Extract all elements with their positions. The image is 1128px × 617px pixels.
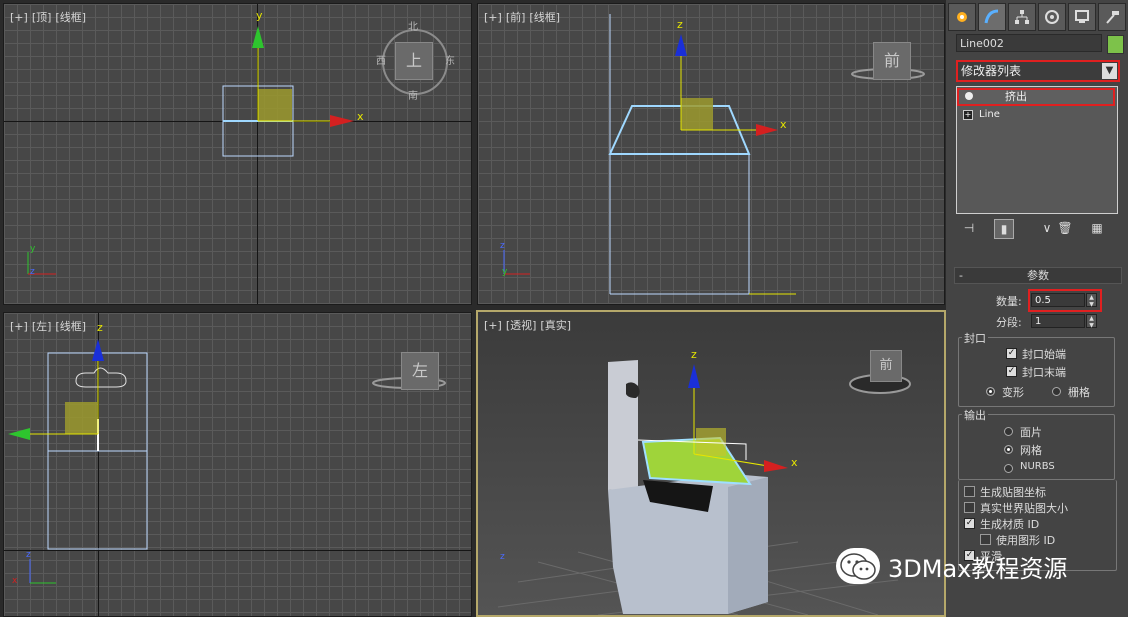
compass-east: 东 <box>445 56 455 67</box>
stack-item-line[interactable]: + Line <box>957 106 1115 122</box>
viewport-left[interactable]: [+] [左] [线框] z z x 左 <box>3 312 472 617</box>
nurbs-radio[interactable] <box>1004 464 1013 473</box>
morph-radio[interactable] <box>986 387 995 396</box>
cap-start-checkbox[interactable]: ✓ <box>1006 348 1017 359</box>
stack-item-label: Line <box>979 109 1000 120</box>
mini-axis-z: z <box>26 550 31 560</box>
modify-icon[interactable] <box>978 3 1006 31</box>
viewport-top[interactable]: [+] [顶] [线框] y x y z 上 北 南 东 西 <box>3 3 472 305</box>
amount-highlight <box>1028 289 1102 312</box>
nurbs-label: NURBS <box>1020 461 1055 472</box>
mini-axis-z: z <box>500 241 505 251</box>
segments-field[interactable]: 1 <box>1031 314 1085 328</box>
configure-sets-icon[interactable]: ▦ <box>1088 219 1106 237</box>
rollout-title: 参数 <box>1027 269 1049 282</box>
mesh-radio[interactable] <box>1004 445 1013 454</box>
viewport-front[interactable]: [+] [前] [线框] z x z y 前 <box>477 3 945 305</box>
command-panel-tabs <box>948 3 1126 31</box>
axis-label-x: x <box>357 110 364 123</box>
mesh-label: 网格 <box>1020 444 1042 457</box>
grid-label: 栅格 <box>1068 386 1090 399</box>
axis-label-z: z <box>691 348 697 361</box>
viewcube[interactable]: 上 <box>395 42 433 80</box>
morph-label: 变形 <box>1002 386 1024 399</box>
display-icon[interactable] <box>1068 3 1096 31</box>
parameters-rollout-header[interactable]: - 参数 <box>954 267 1122 284</box>
watermark: 3DMax教程资源 <box>836 548 1067 584</box>
viewcube[interactable]: 前 <box>870 350 902 382</box>
stack-item-label: 挤出 <box>1005 90 1027 103</box>
cap-end-checkbox[interactable]: ✓ <box>1006 366 1017 377</box>
mini-axis-z: z <box>500 552 505 562</box>
stack-toolbar: ⊣ ▮ ∨ 🗑 ▦ <box>958 219 1118 239</box>
command-panel: Line002 修改器列表 ▼ 挤出 + Line ⊣ ▮ ∨ 🗑 ▦ - 参数 … <box>946 0 1128 617</box>
modifier-list-dropdown[interactable]: 修改器列表 ▼ <box>956 60 1120 82</box>
axis-label-x: x <box>780 118 787 131</box>
mini-axis-y: y <box>30 244 36 254</box>
wechat-icon <box>836 548 880 584</box>
remove-modifier-icon[interactable]: 🗑 <box>1056 219 1074 237</box>
stack-item-extrude[interactable]: 挤出 <box>957 88 1115 106</box>
axis-label-z: z <box>97 321 103 334</box>
axis-label-x: x <box>791 456 798 469</box>
patch-radio[interactable] <box>1004 427 1013 436</box>
bulb-icon[interactable] <box>965 92 973 100</box>
segments-label: 分段: <box>996 316 1022 329</box>
capping-group-title: 封口 <box>962 330 988 346</box>
cap-end-label: 封口末端 <box>1022 366 1066 379</box>
object-color-swatch[interactable] <box>1107 35 1124 54</box>
expand-icon[interactable]: + <box>963 110 973 120</box>
viewcube[interactable]: 前 <box>873 42 911 80</box>
axis-label-y: y <box>256 9 263 22</box>
create-icon[interactable] <box>948 3 976 31</box>
grid-radio[interactable] <box>1052 387 1061 396</box>
axis-label-z: z <box>677 18 683 31</box>
mini-axis-z: z <box>30 267 35 277</box>
modifier-stack[interactable]: 挤出 + Line <box>956 86 1118 214</box>
amount-label: 数量: <box>996 295 1022 308</box>
compass-south: 南 <box>408 91 418 102</box>
hierarchy-icon[interactable] <box>1008 3 1036 31</box>
mini-axis-x: x <box>12 576 18 586</box>
compass-west: 西 <box>376 56 386 67</box>
motion-icon[interactable] <box>1038 3 1066 31</box>
make-unique-icon[interactable]: ∨ <box>1038 219 1056 237</box>
segments-spinner[interactable]: ▲ ▼ <box>1086 314 1097 329</box>
viewcube[interactable]: 左 <box>401 352 439 390</box>
patch-label: 面片 <box>1020 426 1042 439</box>
watermark-text: 3DMax教程资源 <box>888 554 1068 583</box>
show-end-result-icon[interactable]: ▮ <box>994 219 1014 239</box>
object-name-field[interactable]: Line002 <box>956 34 1102 52</box>
compass-north: 北 <box>408 22 418 33</box>
pin-stack-icon[interactable]: ⊣ <box>960 219 978 237</box>
modifier-list-label: 修改器列表 <box>961 64 1022 78</box>
cap-start-label: 封口始端 <box>1022 348 1066 361</box>
chevron-down-icon[interactable]: ▼ <box>1102 63 1117 79</box>
utilities-icon[interactable] <box>1098 3 1126 31</box>
mini-axis-y: y <box>502 267 508 277</box>
output-group-title: 输出 <box>962 407 988 423</box>
